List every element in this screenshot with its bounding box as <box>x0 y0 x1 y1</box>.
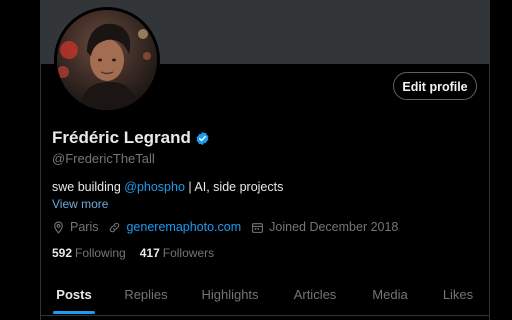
profile-tabs: Posts Replies Highlights Articles Media … <box>40 276 490 320</box>
bio-text-prefix: swe building <box>52 180 125 194</box>
website-link[interactable]: generemaphoto.com <box>126 220 241 234</box>
user-handle: @FredericTheTall <box>52 151 155 166</box>
profile-meta: Paris generemaphoto.com Joined December … <box>52 220 408 234</box>
avatar[interactable] <box>54 7 160 113</box>
view-more-link[interactable]: View more <box>52 197 108 211</box>
following-link[interactable]: 592 Following <box>52 246 126 260</box>
profile-bio: swe building @phospho | AI, side project… <box>52 180 283 194</box>
location-item: Paris <box>52 220 98 234</box>
outer-background-left <box>0 0 40 320</box>
bio-mention-link[interactable]: @phospho <box>124 180 185 194</box>
active-tab-indicator <box>53 311 95 314</box>
verified-badge-icon[interactable] <box>195 131 210 146</box>
tab-media[interactable]: Media <box>368 276 412 320</box>
bio-text-suffix: | AI, side projects <box>184 180 284 194</box>
location-text: Paris <box>70 220 99 234</box>
following-label: Following <box>75 246 126 260</box>
tab-replies[interactable]: Replies <box>120 276 172 320</box>
followers-label: Followers <box>162 246 215 260</box>
tab-likes[interactable]: Likes <box>438 276 478 320</box>
tab-articles[interactable]: Articles <box>290 276 340 320</box>
display-name-row: Frédéric Legrand <box>52 128 210 148</box>
tabs-divider <box>40 315 490 316</box>
calendar-icon <box>252 222 264 233</box>
follow-stats: 592 Following 417 Followers <box>52 246 228 260</box>
link-icon <box>110 222 120 232</box>
tab-highlights[interactable]: Highlights <box>200 276 260 320</box>
following-count: 592 <box>52 246 73 260</box>
edit-profile-button[interactable]: Edit profile <box>393 72 477 100</box>
followers-link[interactable]: 417 Followers <box>140 246 214 260</box>
website-item[interactable]: generemaphoto.com <box>108 220 241 234</box>
joined-text: Joined December 2018 <box>269 220 399 234</box>
profile-column: Edit profile Frédéric Legrand @FredericT… <box>40 0 490 320</box>
outer-background-right <box>490 0 512 320</box>
joined-item: Joined December 2018 <box>251 220 398 234</box>
display-name: Frédéric Legrand <box>52 128 191 147</box>
location-pin-icon <box>54 221 63 234</box>
followers-count: 417 <box>139 246 160 260</box>
